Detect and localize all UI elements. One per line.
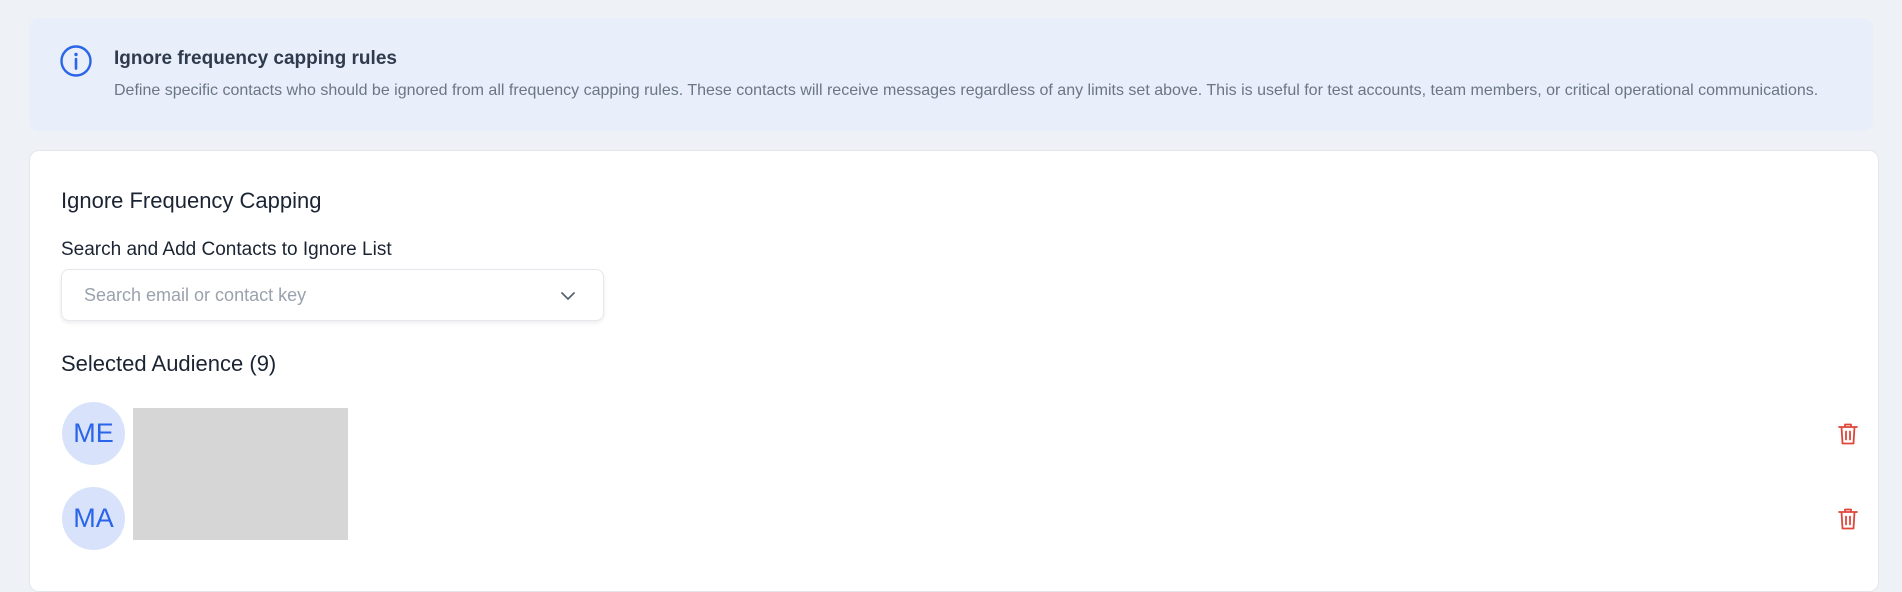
contact-search-input[interactable] bbox=[84, 270, 524, 320]
avatar: MA bbox=[62, 487, 125, 550]
chevron-down-icon[interactable] bbox=[560, 288, 576, 304]
trash-icon[interactable] bbox=[1837, 507, 1859, 531]
card-title: Ignore Frequency Capping bbox=[61, 188, 322, 213]
info-banner: Ignore frequency capping rules Define sp… bbox=[29, 18, 1873, 131]
selected-audience-title: Selected Audience (9) bbox=[61, 351, 277, 376]
banner-title: Ignore frequency capping rules bbox=[114, 48, 397, 69]
redacted-contact-details bbox=[133, 408, 348, 540]
contact-search-dropdown[interactable] bbox=[61, 269, 604, 321]
search-label: Search and Add Contacts to Ignore List bbox=[61, 239, 392, 260]
info-circle-icon bbox=[60, 45, 92, 77]
banner-description: Define specific contacts who should be i… bbox=[114, 82, 1819, 99]
trash-icon[interactable] bbox=[1837, 422, 1859, 446]
avatar: ME bbox=[62, 402, 125, 465]
